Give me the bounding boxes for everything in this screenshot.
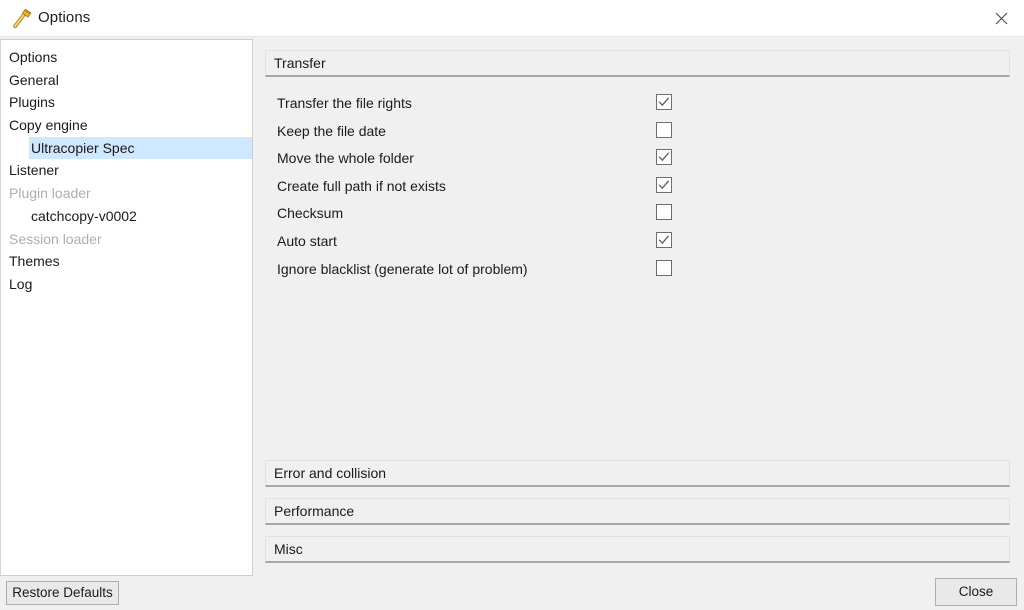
sidebar-item-catchcopy-v0002[interactable]: catchcopy-v0002 (1, 205, 252, 228)
option-row-create-full-path: Create full path if not exists (265, 175, 1010, 203)
close-button[interactable]: Close (935, 578, 1017, 606)
section-header-transfer[interactable]: Transfer (265, 50, 1010, 77)
option-row-keep-file-date: Keep the file date (265, 120, 1010, 148)
sidebar-item-session-loader: Session loader (9, 230, 102, 247)
checkbox-move-whole-folder[interactable] (656, 149, 672, 166)
sidebar-item-ultracopier-spec[interactable]: Ultracopier Spec (29, 136, 252, 160)
section-header-performance[interactable]: Performance (265, 498, 1010, 525)
window-title: Options (38, 9, 91, 26)
option-label-transfer-file-rights: Transfer the file rights (277, 95, 412, 111)
checkbox-auto-start[interactable] (656, 231, 672, 248)
checkbox-checksum[interactable] (656, 204, 672, 221)
sidebar-item-copy-engine[interactable]: Copy engine (1, 114, 252, 137)
restore-defaults-button[interactable]: Restore Defaults (6, 581, 119, 605)
sidebar-item-log[interactable]: Log (1, 273, 252, 296)
checkbox-transfer-file-rights[interactable] (656, 94, 672, 110)
sidebar-item-general[interactable]: General (1, 69, 252, 92)
option-row-move-whole-folder: Move the whole folder (265, 147, 1010, 175)
option-row-ignore-blacklist: Ignore blacklist (generate lot of proble… (265, 258, 1010, 286)
sidebar-item-plugin-loader: Plugin loader (9, 185, 91, 202)
checkbox-ignore-blacklist[interactable] (656, 259, 672, 276)
settings-sidebar: Options General Plugins Copy engine Ultr… (0, 39, 253, 576)
sidebar-item-themes[interactable]: Themes (1, 250, 252, 273)
option-row-auto-start: Auto start (265, 230, 1010, 258)
settings-tree: Options General Plugins Copy engine Ultr… (1, 40, 252, 296)
checkbox-keep-file-date[interactable] (656, 121, 672, 138)
option-label-keep-file-date: Keep the file date (277, 122, 386, 139)
window-titlebar: Options (0, 0, 1024, 37)
option-label-auto-start: Auto start (277, 232, 337, 249)
option-label-checksum: Checksum (277, 205, 344, 222)
sidebar-item-listener[interactable]: Listener (1, 159, 252, 182)
option-label-move-whole-folder: Move the whole folder (277, 150, 414, 167)
settings-content-panel: Transfer Transfer the file rights Keep t… (265, 50, 1010, 566)
checkbox-create-full-path[interactable] (656, 176, 672, 193)
sidebar-item-options[interactable]: Options (1, 46, 252, 69)
close-icon[interactable] (978, 0, 1024, 36)
transfer-options-list: Transfer the file rights Keep the file d… (265, 92, 1010, 285)
sidebar-item-plugins[interactable]: Plugins (1, 91, 252, 114)
option-row-checksum: Checksum (265, 202, 1010, 230)
option-label-create-full-path: Create full path if not exists (277, 177, 446, 194)
section-header-misc[interactable]: Misc (265, 536, 1010, 563)
option-row-transfer-file-rights: Transfer the file rights (265, 92, 1010, 120)
option-label-ignore-blacklist: Ignore blacklist (generate lot of proble… (277, 260, 528, 277)
hammer-icon (9, 6, 35, 32)
section-header-error-and-collision[interactable]: Error and collision (265, 460, 1010, 487)
